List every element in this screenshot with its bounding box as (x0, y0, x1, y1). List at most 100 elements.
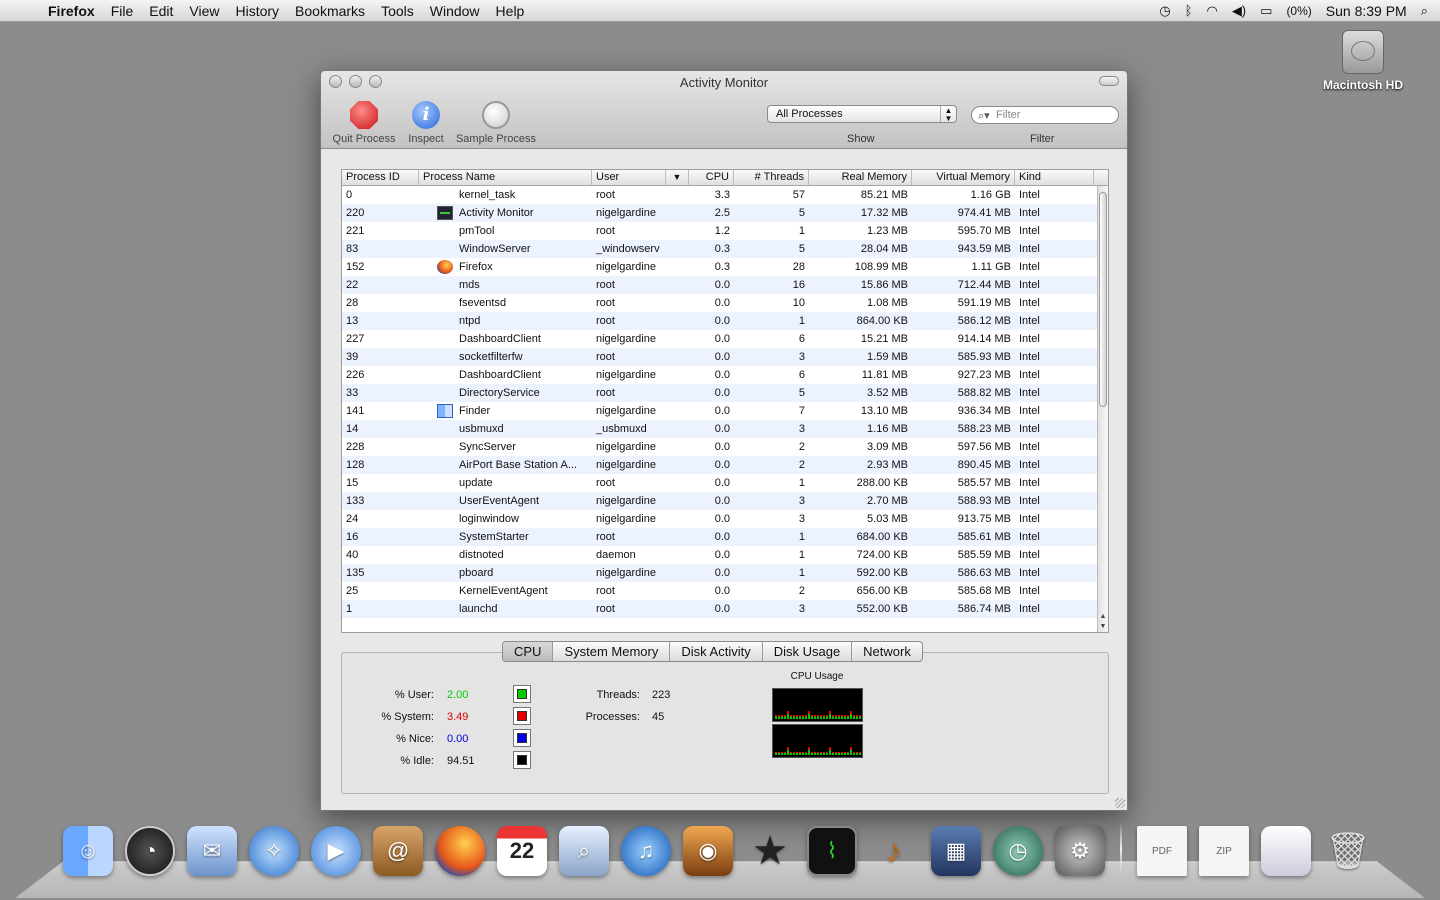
table-row[interactable]: 39 socketfilterfw root 0.0 3 1.59 MB 585.93 MB… (342, 348, 1108, 366)
table-row[interactable]: 220 Activity Monitor nigelgardine 2.5 5 17.32… (342, 204, 1108, 222)
table-row[interactable]: 16 SystemStarter root 0.0 1 684.00 KB 585.61 M… (342, 528, 1108, 546)
table-row[interactable]: 22 mds root 0.0 16 15.86 MB 712.44 MB Intel (342, 276, 1108, 294)
menu-view[interactable]: View (181, 3, 227, 19)
table-row[interactable]: 28 fseventsd root 0.0 10 1.08 MB 591.19 MB Inte… (342, 294, 1108, 312)
show-processes-select[interactable]: All Processes ▲ ▼ (767, 105, 957, 123)
table-scrollbar[interactable]: ▲ ▼ (1097, 186, 1108, 632)
table-row[interactable]: 25 KernelEventAgent root 0.0 2 656.00 KB 585.6… (342, 582, 1108, 600)
menu-history[interactable]: History (227, 3, 287, 19)
dock-activity-monitor[interactable]: ⌇ (804, 822, 860, 880)
dock-spaces[interactable]: ▦ (928, 822, 984, 880)
dock-safari[interactable]: ✧ (246, 822, 302, 880)
volume-icon[interactable]: ◀) (1232, 3, 1246, 19)
process-name-text: DirectoryService (459, 387, 540, 399)
inspect-button[interactable]: i Inspect (405, 101, 447, 145)
dock-time-machine[interactable]: ◷ (990, 822, 1046, 880)
column-virtual-memory[interactable]: Virtual Memory (912, 170, 1015, 185)
table-row[interactable]: 13 ntpd root 0.0 1 864.00 KB 586.12 MB Intel (342, 312, 1108, 330)
window-titlebar[interactable]: Activity Monitor Quit Process i Inspect … (321, 71, 1127, 149)
menu-bookmarks[interactable]: Bookmarks (287, 3, 373, 19)
column-real-memory[interactable]: Real Memory (809, 170, 912, 185)
system-color-swatch[interactable] (513, 707, 531, 725)
menu-tools[interactable]: Tools (373, 3, 422, 19)
nice-color-swatch[interactable] (513, 729, 531, 747)
tab-cpu[interactable]: CPU (503, 642, 554, 661)
table-row[interactable]: 40 distnoted daemon 0.0 1 724.00 KB 585.59 MB I… (342, 546, 1108, 564)
dock-system-preferences[interactable]: ⚙ (1052, 822, 1108, 880)
table-row[interactable]: 83 WindowServer _windowserv 0.3 5 28.04 MB 943… (342, 240, 1108, 258)
dock-itunes[interactable]: ♫ (618, 822, 674, 880)
process-table[interactable]: Process ID Process Name User ▼ CPU # Thr… (341, 169, 1109, 633)
table-row[interactable]: 228 SyncServer nigelgardine 0.0 2 3.09 MB 597.… (342, 438, 1108, 456)
dock-ichat[interactable]: ▶ (308, 822, 364, 880)
scroll-down-icon[interactable]: ▼ (1098, 623, 1108, 630)
dock-imovie[interactable]: ★ (742, 822, 798, 880)
table-row[interactable]: 133 UserEventAgent nigelgardine 0.0 3 2.70 MB… (342, 492, 1108, 510)
cell-threads: 1 (798, 477, 805, 489)
menu-bar: Firefox File Edit View History Bookmarks… (0, 0, 1440, 22)
tab-network[interactable]: Network (852, 642, 922, 661)
table-row[interactable]: 128 AirPort Base Station A... nigelgardine… (342, 456, 1108, 474)
dock-zip-archive[interactable]: ZIP (1196, 822, 1252, 880)
column-kind[interactable]: Kind (1015, 170, 1094, 185)
table-row[interactable]: 14 usbmuxd _usbmuxd 0.0 3 1.16 MB 588.23 MB Int… (342, 420, 1108, 438)
dock-dashboard[interactable]: ◔ (122, 822, 178, 880)
table-row[interactable]: 0 kernel_task root 3.3 57 85.21 MB 1.16 GB Inte… (342, 186, 1108, 204)
menu-edit[interactable]: Edit (141, 3, 181, 19)
menu-window[interactable]: Window (422, 3, 488, 19)
table-row[interactable]: 15 update root 0.0 1 288.00 KB 585.57 MB Intel (342, 474, 1108, 492)
resize-handle[interactable] (1115, 798, 1125, 808)
cell-real-memory: 3.09 MB (867, 441, 908, 453)
menu-help[interactable]: Help (488, 3, 533, 19)
user-color-swatch[interactable] (513, 685, 531, 703)
dock-mail[interactable]: ✉ (184, 822, 240, 880)
battery-percent[interactable]: (0%) (1286, 4, 1311, 18)
scroll-up-icon[interactable]: ▲ (1098, 613, 1108, 620)
table-row[interactable]: 152 Firefox nigelgardine 0.3 28 108.99 MB 1.11… (342, 258, 1108, 276)
table-row[interactable]: 141 Finder nigelgardine 0.0 7 13.10 MB 936.34 … (342, 402, 1108, 420)
table-row[interactable]: 226 DashboardClient nigelgardine 0.0 6 11.81 … (342, 366, 1108, 384)
dock-preview[interactable]: ⌕ (556, 822, 612, 880)
filter-search-input[interactable]: ⌕▾ Filter (971, 106, 1119, 124)
bluetooth-icon[interactable]: ᛒ (1185, 3, 1193, 18)
time-machine-icon[interactable]: ◷ (1159, 3, 1170, 19)
column-process-name[interactable]: Process Name (419, 170, 592, 185)
cell-process-name: DirectoryService (419, 384, 592, 402)
menu-file[interactable]: File (103, 3, 142, 19)
dock-trash[interactable]: 🗑 (1320, 822, 1376, 880)
dock-finder[interactable]: ☺ (60, 822, 116, 880)
tab-disk-activity[interactable]: Disk Activity (670, 642, 763, 661)
dock-pdf-document[interactable]: PDF (1134, 822, 1190, 880)
table-row[interactable]: 227 DashboardClient nigelgardine 0.0 6 15.21 … (342, 330, 1108, 348)
dock-iphoto[interactable]: ◉ (680, 822, 736, 880)
cpu-usage-graph-core-2 (772, 724, 863, 758)
dock-garageband[interactable]: ♪ (866, 822, 922, 880)
tab-disk-usage[interactable]: Disk Usage (763, 642, 853, 661)
dock-firefox[interactable] (432, 822, 488, 880)
table-row[interactable]: 135 pboard nigelgardine 0.0 1 592.00 KB 586.63… (342, 564, 1108, 582)
desktop-hd-icon[interactable]: Macintosh HD (1318, 30, 1408, 92)
column-user[interactable]: User (592, 170, 666, 185)
dock-ical[interactable]: 22 (494, 822, 550, 880)
column-threads[interactable]: # Threads (734, 170, 809, 185)
table-row[interactable]: 33 DirectoryService root 0.0 5 3.52 MB 588.82 … (342, 384, 1108, 402)
sort-descending-icon[interactable]: ▼ (666, 170, 689, 185)
tab-system-memory[interactable]: System Memory (553, 642, 671, 661)
table-row[interactable]: 24 loginwindow nigelgardine 0.0 3 5.03 MB 913.… (342, 510, 1108, 528)
toolbar-toggle-button[interactable] (1099, 76, 1119, 86)
menu-app-firefox[interactable]: Firefox (40, 3, 103, 19)
menubar-clock[interactable]: Sun 8:39 PM (1326, 3, 1407, 19)
table-row[interactable]: 221 pmTool root 1.2 1 1.23 MB 595.70 MB Intel (342, 222, 1108, 240)
column-process-id[interactable]: Process ID (342, 170, 419, 185)
idle-color-swatch[interactable] (513, 751, 531, 769)
table-row[interactable]: 1 launchd root 0.0 3 552.00 KB 586.74 MB Intel (342, 600, 1108, 618)
wifi-icon[interactable]: ◠ (1206, 3, 1217, 19)
column-cpu[interactable]: CPU (689, 170, 734, 185)
sample-process-button[interactable]: Sample Process (455, 101, 537, 145)
battery-icon[interactable]: ▭ (1260, 3, 1272, 19)
scroll-thumb[interactable] (1099, 192, 1107, 407)
dock-screenshot[interactable] (1258, 822, 1314, 880)
dock-address-book[interactable]: @ (370, 822, 426, 880)
quit-process-button[interactable]: Quit Process (329, 101, 399, 145)
spotlight-search-icon[interactable]: ⌕ (1421, 3, 1428, 19)
